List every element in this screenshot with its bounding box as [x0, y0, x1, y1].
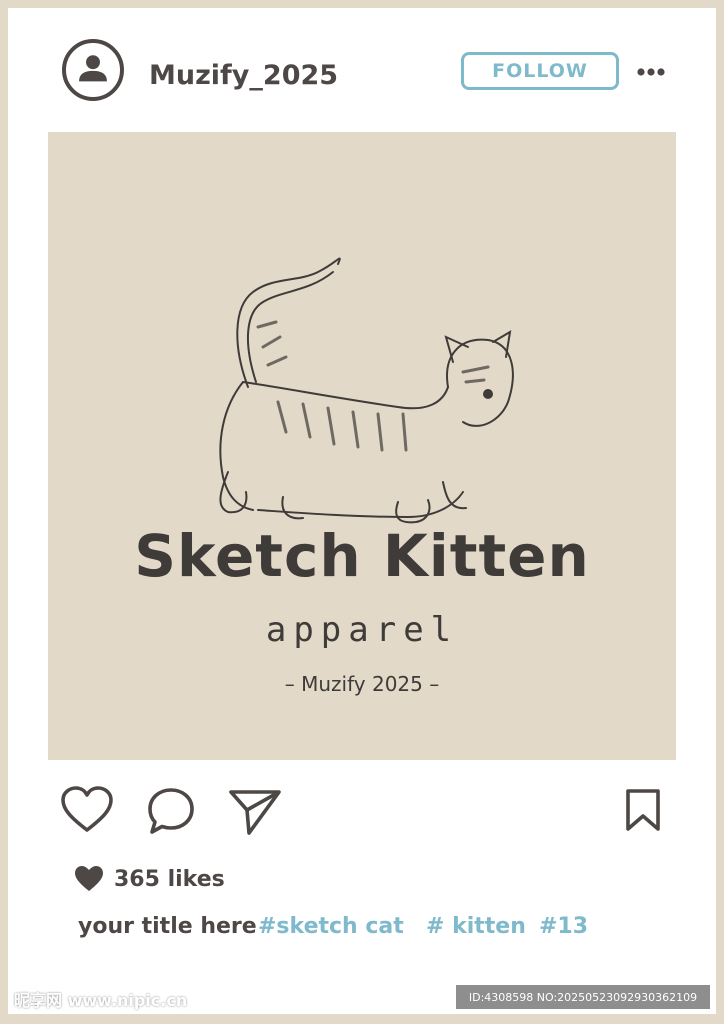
watermark-site: 昵享网 www.nipic.cn [14, 991, 188, 1010]
username[interactable]: Muzify_2025 [149, 60, 338, 91]
hashtag-kitten[interactable]: # kitten [426, 914, 526, 939]
heart-filled-icon [75, 866, 103, 891]
comment-bubble-icon[interactable] [146, 786, 196, 836]
likes-row: 365 likes [74, 864, 225, 894]
brand-subtitle: apparel [265, 610, 459, 650]
watermark-id: ID:4308598 NO:20250523092930362109 [456, 985, 710, 1009]
hashtag-sketch-cat[interactable]: #sketch cat [258, 914, 404, 939]
hashtag-13[interactable]: #13 [539, 914, 588, 939]
bookmark-icon[interactable] [624, 788, 662, 832]
heart-outline-icon[interactable] [60, 786, 114, 834]
send-paper-plane-icon[interactable] [228, 788, 282, 836]
post-card: Muzify_2025 FOLLOW Sketch Kitten apparel… [8, 8, 716, 1014]
brand-title: Sketch Kitten [134, 522, 590, 590]
post-image[interactable]: Sketch Kitten apparel – Muzify 2025 – [48, 132, 676, 760]
kitten-sketch-illustration [219, 257, 514, 524]
caption-title: your title here [78, 914, 257, 939]
user-avatar-icon[interactable] [62, 39, 124, 101]
likes-count[interactable]: 365 likes [114, 867, 225, 892]
follow-button[interactable]: FOLLOW [461, 52, 619, 90]
brand-credit: – Muzify 2025 – [284, 672, 440, 696]
more-dots-icon[interactable] [636, 64, 666, 78]
